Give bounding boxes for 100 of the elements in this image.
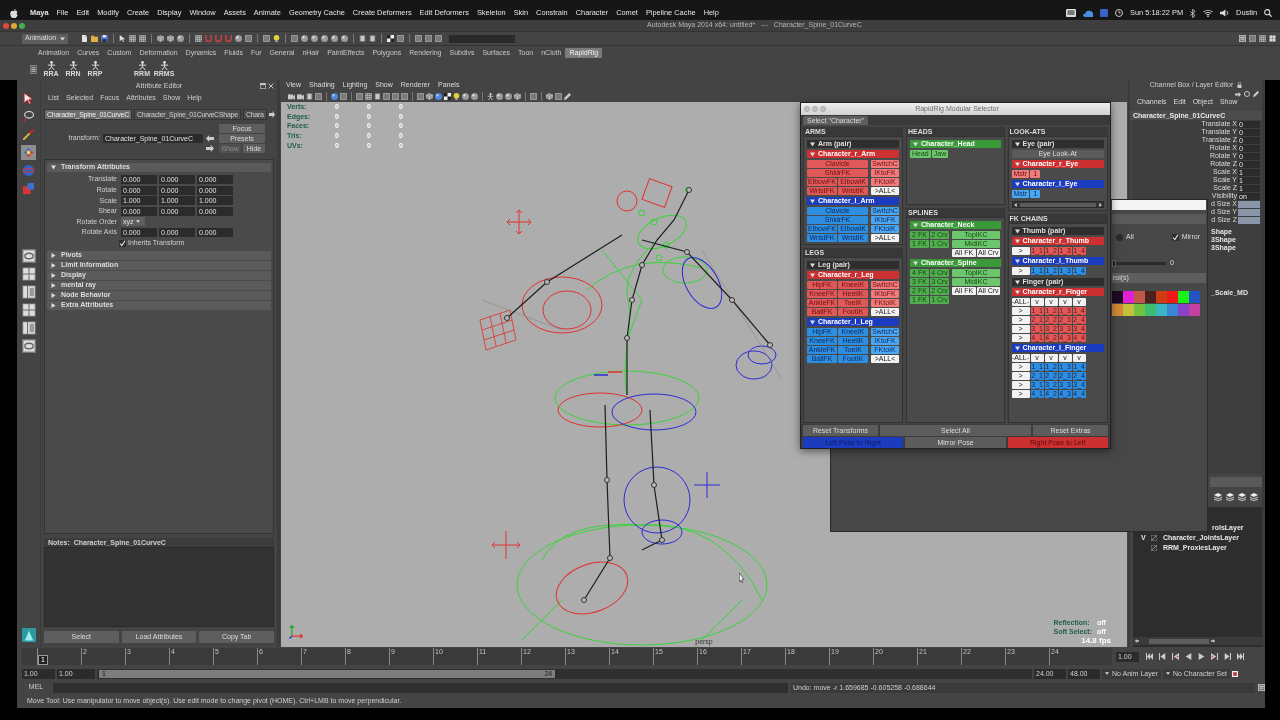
- camera-icon[interactable]: [288, 93, 295, 100]
- cube-icon[interactable]: [157, 35, 164, 42]
- play-icon[interactable]: [1198, 653, 1205, 660]
- layers-icon[interactable]: [1250, 493, 1258, 501]
- color-swatch[interactable]: [1156, 291, 1167, 303]
- sphere-icon[interactable]: [496, 93, 503, 100]
- grid-icon[interactable]: [139, 35, 146, 42]
- search-icon[interactable]: [1264, 9, 1272, 17]
- checker-icon[interactable]: [387, 35, 394, 42]
- layers-icon[interactable]: [1214, 493, 1222, 501]
- two-pane-icon[interactable]: [21, 321, 36, 335]
- sphere-icon[interactable]: [435, 93, 442, 100]
- cursor-icon[interactable]: [119, 35, 126, 42]
- channel-value-field[interactable]: [1238, 216, 1260, 224]
- square-icon[interactable]: [1232, 670, 1238, 677]
- cube-icon[interactable]: [514, 93, 521, 100]
- window-icon[interactable]: [1258, 684, 1265, 691]
- triangle-icon[interactable]: [21, 628, 36, 642]
- radio-button[interactable]: [1116, 234, 1123, 241]
- bluetooth-icon[interactable]: [1190, 8, 1197, 18]
- sphere-icon[interactable]: [235, 35, 242, 42]
- sphere-icon[interactable]: [177, 35, 184, 42]
- layers-icon[interactable]: [1226, 493, 1234, 501]
- wifi-icon[interactable]: [1203, 9, 1214, 17]
- brush-icon[interactable]: [23, 128, 34, 140]
- film-icon[interactable]: [306, 93, 313, 100]
- slider-thumb[interactable]: [1112, 259, 1116, 267]
- channel-value-field[interactable]: [1238, 208, 1260, 216]
- cube-icon[interactable]: [546, 93, 553, 100]
- grid-icon[interactable]: [1259, 35, 1266, 42]
- sphere-icon[interactable]: [321, 35, 328, 42]
- pen-icon[interactable]: [564, 93, 571, 100]
- color-swatch[interactable]: [1178, 291, 1189, 303]
- color-swatch[interactable]: [1156, 304, 1167, 316]
- camera-icon[interactable]: [297, 93, 304, 100]
- four-pane-icon[interactable]: [21, 303, 36, 317]
- color-swatch[interactable]: [1123, 291, 1134, 303]
- sphere-icon[interactable]: [331, 93, 338, 100]
- color-swatch[interactable]: [1112, 291, 1123, 303]
- film-icon[interactable]: [374, 93, 381, 100]
- monitor-icon[interactable]: [1066, 9, 1077, 17]
- color-swatch[interactable]: [1167, 291, 1178, 303]
- two-pane-icon[interactable]: [21, 285, 36, 299]
- grid-icon[interactable]: [129, 35, 136, 42]
- layers-icon[interactable]: [1238, 493, 1246, 501]
- single-pane-icon[interactable]: [21, 249, 36, 263]
- color-swatch[interactable]: [1145, 304, 1156, 316]
- single-pane-icon[interactable]: [21, 339, 36, 353]
- lock-icon[interactable]: [1237, 82, 1243, 88]
- window-icon[interactable]: [1239, 35, 1246, 42]
- minimize-icon[interactable]: [11, 22, 17, 29]
- color-swatch[interactable]: [1167, 304, 1178, 316]
- ring-icon[interactable]: [1244, 91, 1250, 97]
- horizontal-scrollbar[interactable]: [1011, 201, 1104, 208]
- color-swatch[interactable]: [1178, 304, 1189, 316]
- bulb-icon[interactable]: [273, 35, 280, 42]
- four-pane-icon[interactable]: [1269, 35, 1276, 42]
- speaker-icon[interactable]: [1220, 9, 1230, 17]
- color-swatch[interactable]: [1134, 304, 1145, 316]
- step-forward-icon[interactable]: [1224, 653, 1231, 660]
- checkbox[interactable]: [1171, 234, 1179, 241]
- four-pane-icon[interactable]: [21, 267, 36, 281]
- sphere-icon[interactable]: [471, 93, 478, 100]
- color-swatch[interactable]: [1134, 291, 1145, 303]
- apple-icon[interactable]: [10, 8, 18, 18]
- color-swatch[interactable]: [1112, 304, 1123, 316]
- arrow-icon[interactable]: [1235, 91, 1241, 97]
- window-icon[interactable]: [260, 83, 266, 89]
- cube-icon[interactable]: [426, 93, 433, 100]
- text-field[interactable]: [1112, 200, 1206, 210]
- checkbox[interactable]: [119, 239, 126, 247]
- film-icon[interactable]: [359, 35, 366, 42]
- next-key-icon[interactable]: [1211, 653, 1218, 660]
- input-field[interactable]: [449, 34, 515, 43]
- checker-icon[interactable]: [444, 93, 451, 100]
- folder-icon[interactable]: [91, 35, 98, 42]
- lasso-icon[interactable]: [23, 110, 34, 122]
- slash-icon[interactable]: [1151, 545, 1157, 551]
- zoom-icon[interactable]: [19, 22, 25, 29]
- document-icon[interactable]: [81, 35, 88, 42]
- scroll-arrow-icon[interactable]: [268, 111, 275, 118]
- step-back-icon[interactable]: [1159, 653, 1166, 660]
- figure-icon[interactable]: [487, 93, 494, 100]
- go-to-end-icon[interactable]: [1237, 653, 1244, 660]
- slash-icon[interactable]: [1151, 535, 1157, 541]
- color-swatch[interactable]: [1189, 291, 1200, 303]
- sphere-icon[interactable]: [331, 35, 338, 42]
- color-swatch[interactable]: [1123, 304, 1134, 316]
- clock-icon[interactable]: [1115, 9, 1124, 17]
- move-icon[interactable]: [21, 144, 36, 160]
- color-swatch[interactable]: [1189, 304, 1200, 316]
- close-icon[interactable]: [268, 83, 274, 89]
- film-icon[interactable]: [369, 35, 376, 42]
- menu-icon[interactable]: [30, 64, 37, 74]
- sphere-icon[interactable]: [341, 35, 348, 42]
- color-swatch[interactable]: [1145, 291, 1156, 303]
- select-arrow-icon[interactable]: [23, 92, 34, 104]
- sphere-icon[interactable]: [462, 93, 469, 100]
- close-icon[interactable]: [3, 22, 9, 29]
- sphere-icon[interactable]: [311, 35, 318, 42]
